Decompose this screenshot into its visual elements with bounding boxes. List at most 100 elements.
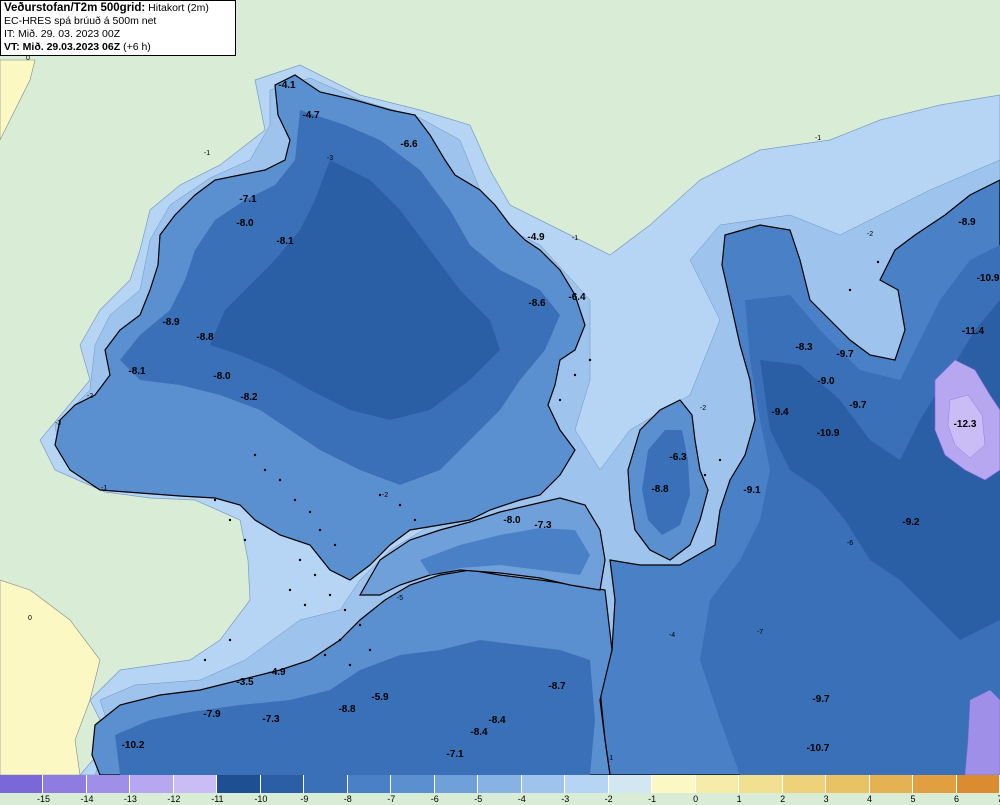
legend-tick-label: 6 — [954, 794, 960, 804]
legend-swatch — [43, 775, 87, 793]
legend-tick-label: 0 — [693, 794, 699, 804]
temperature-label: -6.4 — [568, 292, 586, 303]
temperature-label: -8.7 — [548, 681, 566, 692]
legend-swatch — [782, 775, 827, 793]
legend-swatch — [913, 775, 957, 793]
temperature-label: -10.7 — [807, 743, 830, 754]
contour-label: -2 — [700, 405, 706, 412]
contour-label: 0 — [26, 55, 30, 62]
contour-label: -1 — [607, 755, 613, 762]
legend-tick-label: -3 — [561, 794, 570, 804]
temperature-label: -6.3 — [669, 452, 687, 463]
legend-tick-label: 5 — [910, 794, 916, 804]
temperature-label: -10.9 — [977, 273, 1000, 284]
temperature-label: -8.6 — [528, 298, 546, 309]
header-title-line: Veðurstofan/T2m 500grid: Hitakort (2m) — [4, 2, 232, 15]
legend-color-bar — [0, 775, 1000, 793]
legend-swatch — [217, 775, 261, 793]
temperature-label: -8.9 — [162, 317, 180, 328]
legend-swatch — [565, 775, 609, 793]
legend-swatch — [173, 775, 218, 793]
legend-tick-label: -15 — [36, 794, 50, 804]
temperature-label: -11.4 — [962, 326, 985, 337]
legend-tick-label: 1 — [736, 794, 742, 804]
temperature-map: -1 -1 -1 -1 -1 -2 -2 -2 -2 -3 -3 -4 -5 -6 -7 0 0 -4.1 -4.… — [0, 0, 1000, 775]
header-valid-line: VT: Mið. 29.03.2023 06Z (+6 h) — [4, 41, 232, 54]
legend-tick-label: -5 — [474, 794, 483, 804]
legend-tick-label: -2 — [604, 794, 613, 804]
legend-tick-label: 4 — [867, 794, 873, 804]
temperature-label: -8.3 — [795, 342, 813, 353]
legend-swatch — [521, 775, 566, 793]
legend-tick-label: -6 — [430, 794, 439, 804]
temperature-label: -9.0 — [817, 376, 835, 387]
legend-tick-labels: -15 -14 -13 -12 -11 -10 -9 -8 -7 -6 -5 -4 -3 -2 -1 0 1 2 3… — [0, 793, 1000, 805]
contour-label: -7 — [757, 629, 763, 636]
temperature-label: -8.4 — [488, 715, 506, 726]
temperature-label: -7.1 — [239, 194, 257, 205]
temperature-label: -9.1 — [743, 485, 761, 496]
legend-swatch — [347, 775, 392, 793]
temperature-label: -9.2 — [902, 517, 920, 528]
legend-swatch — [304, 775, 348, 793]
temperature-label: -8.8 — [196, 332, 214, 343]
contour-label: -5 — [397, 595, 403, 602]
header-init-time: IT: Mið. 29. 03. 2023 00Z — [4, 28, 121, 40]
legend-swatch — [695, 775, 740, 793]
temperature-label: -5.9 — [371, 692, 389, 703]
legend-tick-label: -12 — [167, 794, 181, 804]
contour-label: -3 — [55, 420, 61, 427]
contour-label: -4 — [669, 632, 675, 639]
temperature-label: -7.1 — [446, 749, 464, 760]
temperature-label: -6.6 — [400, 139, 418, 150]
legend-swatch — [652, 775, 696, 793]
contour-label: -1 — [815, 135, 821, 142]
legend-swatch — [434, 775, 479, 793]
map-header: Veðurstofan/T2m 500grid: Hitakort (2m) E… — [0, 0, 236, 56]
temperature-label: -9.7 — [836, 349, 854, 360]
temperature-label: -4.9 — [527, 232, 545, 243]
legend-tick-label: -13 — [123, 794, 137, 804]
temperature-label: -12.3 — [954, 419, 977, 430]
temperature-label: -4.9 — [268, 667, 286, 678]
glacier-area-southeast — [964, 689, 1000, 775]
temperature-label: -8.0 — [213, 371, 231, 382]
legend-swatch — [608, 775, 653, 793]
temperature-label: -8.1 — [128, 366, 146, 377]
legend-swatch — [130, 775, 174, 793]
legend-tick-label: -8 — [343, 794, 352, 804]
temperature-label: -8.1 — [276, 236, 294, 247]
temperature-label: -8.4 — [470, 727, 488, 738]
temperature-label: -8.2 — [240, 392, 258, 403]
temperature-label: -9.4 — [771, 407, 789, 418]
temperature-label: -8.8 — [338, 704, 356, 715]
temperature-label: -9.7 — [849, 400, 867, 411]
contour-label: -1 — [204, 150, 210, 157]
temperature-label: -7.9 — [203, 709, 221, 720]
temperature-label: -3.5 — [236, 677, 254, 688]
contour-label: -2 — [87, 393, 93, 400]
header-valid-offset: (+6 h) — [120, 41, 151, 53]
header-title-suffix: Hitakort (2m) — [145, 2, 209, 14]
contour-label: -6 — [847, 540, 853, 547]
legend-swatch — [0, 775, 44, 793]
legend-swatch — [260, 775, 305, 793]
legend-swatch — [869, 775, 914, 793]
legend-swatch — [391, 775, 435, 793]
contour-label: -2 — [382, 492, 388, 499]
contour-label: -1 — [101, 485, 107, 492]
legend-tick-label: -11 — [211, 794, 224, 804]
contour-label: 0 — [28, 615, 32, 622]
legend-tick-label: 2 — [780, 794, 786, 804]
header-model: EC-HRES spá brúuð á 500m net — [4, 15, 157, 27]
temperature-label: -4.7 — [302, 110, 320, 121]
color-legend: -15 -14 -13 -12 -11 -10 -9 -8 -7 -6 -5 -4 -3 -2 -1 0 1 2 3… — [0, 775, 1000, 805]
temperature-label: -8.8 — [651, 484, 669, 495]
temperature-label: -10.2 — [122, 740, 145, 751]
legend-tick-label: 3 — [823, 794, 829, 804]
legend-tick-label: -14 — [80, 794, 94, 804]
temperature-label: -8.0 — [236, 218, 254, 229]
temperature-label: -8.9 — [958, 217, 976, 228]
temperature-label: -10.9 — [817, 428, 840, 439]
legend-swatch — [956, 775, 1000, 793]
